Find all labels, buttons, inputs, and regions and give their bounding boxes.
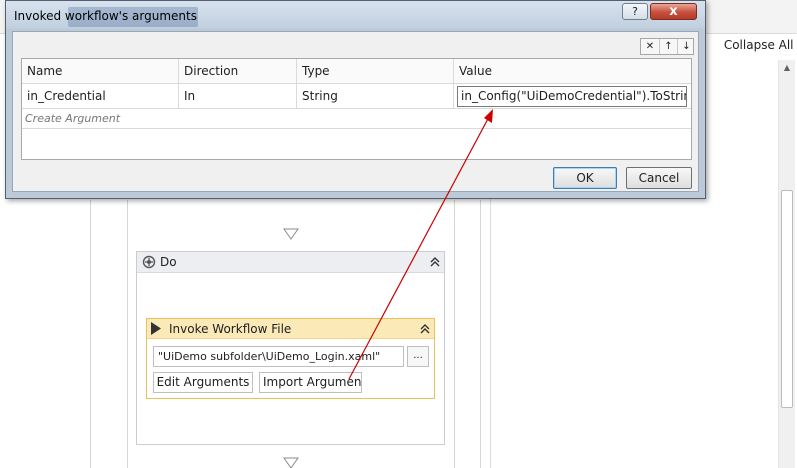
do-sequence-header[interactable]: Do <box>137 252 444 273</box>
dialog-title-bar[interactable]: Invoked workflow's arguments ? x <box>6 1 705 29</box>
canvas-guide-line <box>454 200 455 468</box>
edit-arguments-button[interactable]: Edit Arguments <box>153 372 253 393</box>
designer-toolbar: ll Collapse All <box>700 38 794 52</box>
delete-argument-icon[interactable]: ✕ <box>641 39 659 54</box>
argument-value-cell: in_Config("UiDemoCredential").ToString <box>454 84 691 109</box>
sequence-icon <box>142 255 156 269</box>
help-button[interactable]: ? <box>622 3 648 20</box>
collapse-chevron-icon[interactable] <box>419 322 431 336</box>
dialog-title: Invoked workflow's arguments <box>14 9 197 23</box>
workflow-file-path-input[interactable]: "UiDemo subfolder\UiDemo_Login.xaml" <box>153 346 404 367</box>
canvas-guide-line <box>480 200 481 468</box>
do-sequence-title: Do <box>160 255 177 269</box>
drop-target-arrow-icon[interactable] <box>283 457 299 468</box>
invoke-workflow-file-activity[interactable]: Invoke Workflow File "UiDemo subfolder\U… <box>146 318 435 399</box>
argument-name-cell[interactable]: in_Credential <box>22 84 179 109</box>
argument-value-input[interactable]: in_Config("UiDemoCredential").ToString <box>457 86 687 107</box>
move-up-icon[interactable]: ↑ <box>659 39 677 54</box>
close-button[interactable]: x <box>650 3 697 20</box>
scroll-up-arrow-icon[interactable]: ▲ <box>779 60 795 76</box>
invoke-workflow-title: Invoke Workflow File <box>169 322 292 336</box>
argument-grid-toolbar: ✕ ↑ ↓ <box>640 38 694 55</box>
drop-target-arrow-icon[interactable] <box>283 228 299 240</box>
scrollbar-thumb[interactable] <box>781 190 793 408</box>
collapse-all-button[interactable]: Collapse All <box>724 38 794 52</box>
dialog-body: ✕ ↑ ↓ Name Direction Type Value in_Crede… <box>12 31 699 192</box>
invoke-play-icon <box>151 322 161 335</box>
move-down-icon[interactable]: ↓ <box>677 39 695 54</box>
column-header-type[interactable]: Type <box>297 59 454 84</box>
ok-button[interactable]: OK <box>553 167 617 189</box>
invoke-workflow-header[interactable]: Invoke Workflow File <box>147 319 434 339</box>
vertical-scrollbar[interactable]: ▲ <box>778 60 795 468</box>
canvas-guide-line <box>127 200 128 468</box>
arguments-grid: Name Direction Type Value in_Credential … <box>21 58 692 160</box>
argument-direction-cell[interactable]: In <box>179 84 297 109</box>
column-header-name[interactable]: Name <box>22 59 179 84</box>
collapse-chevron-icon[interactable] <box>429 255 441 269</box>
column-header-direction[interactable]: Direction <box>179 59 297 84</box>
invoked-workflow-arguments-dialog: Invoked workflow's arguments ? x ✕ ↑ ↓ N… <box>5 0 706 199</box>
browse-file-button[interactable]: ... <box>407 346 429 367</box>
column-header-value[interactable]: Value <box>454 59 691 84</box>
cancel-button[interactable]: Cancel <box>626 167 692 189</box>
canvas-guide-line <box>90 200 91 468</box>
create-argument-row[interactable]: Create Argument <box>22 109 691 129</box>
import-arguments-button[interactable]: Import Arguments <box>259 372 362 393</box>
argument-type-cell[interactable]: String <box>297 84 454 109</box>
